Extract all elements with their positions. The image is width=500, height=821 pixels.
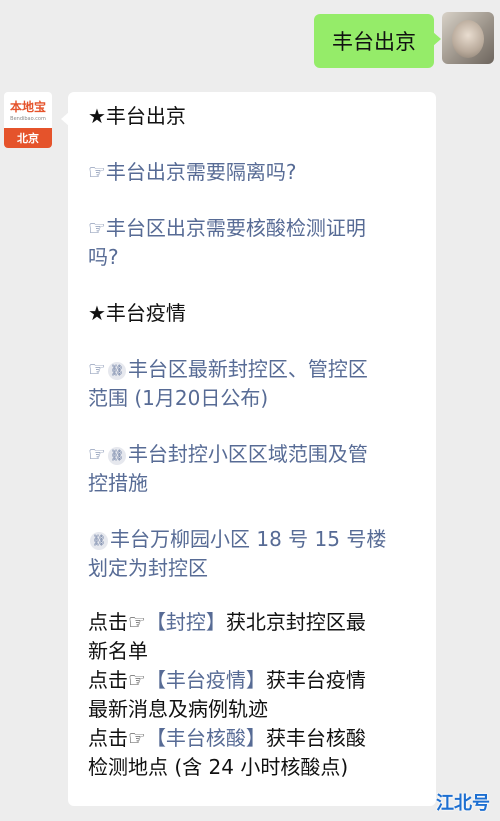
- keyword-hint-fengkong-line2: 新名单: [88, 639, 148, 663]
- keyword-hint-yiqing: 点击☞【丰台疫情】获丰台疫情 最新消息及病例轨迹: [88, 666, 426, 724]
- link-chain-icon: ⛓: [90, 532, 108, 550]
- link-fengkongqu-line1: 丰台区最新封控区、管控区: [127, 357, 368, 381]
- keyword-hint-fengkong: 点击☞【封控】获北京封控区最 新名单: [88, 608, 426, 666]
- link-fengkong-xiaoqu-line1: 丰台封控小区区域范围及管: [127, 442, 368, 466]
- keyword-fengtai-hesuan[interactable]: 【丰台核酸】: [146, 726, 266, 750]
- avatar-photo-blurred: [452, 20, 484, 58]
- bendibao-domain: Bendibao.com: [10, 116, 46, 122]
- link-chujing-hesuan-line1: ☞丰台区出京需要核酸检测证明: [88, 216, 366, 240]
- keyword-hint-prefix: 点击☞: [88, 726, 146, 750]
- keyword-hint-prefix: 点击☞: [88, 610, 146, 634]
- link-chujing-hesuan[interactable]: ☞丰台区出京需要核酸检测证明 吗?: [88, 214, 426, 272]
- keyword-hint-hesuan: 点击☞【丰台核酸】获丰台核酸 检测地点 (含 24 小时核酸点): [88, 724, 426, 782]
- section-heading-chujing: ★丰台出京: [88, 104, 186, 128]
- keyword-hint-suffix: 获北京封控区最: [225, 610, 366, 634]
- link-wanliuyuan[interactable]: ⛓ 丰台万柳园小区 18 号 15 号楼 划定为封控区: [88, 525, 426, 583]
- link-chujing-geli[interactable]: ☞丰台出京需要隔离吗?: [88, 158, 426, 187]
- link-chain-icon: ⛓: [107, 362, 126, 380]
- pointer-icon: ☞: [88, 442, 106, 466]
- link-chain-icon: ⛓: [107, 447, 126, 465]
- bendibao-avatar[interactable]: 本地宝 Bendibao.com 北京: [4, 92, 52, 148]
- keyword-hint-hesuan-line2: 检测地点 (含 24 小时核酸点): [88, 755, 349, 779]
- keyword-hint-yiqing-line2: 最新消息及病例轨迹: [88, 697, 268, 721]
- link-chujing-hesuan-line2: 吗?: [88, 245, 119, 269]
- keyword-hint-suffix: 获丰台疫情: [265, 668, 366, 692]
- link-fengkong-xiaoqu-line2: 控措施: [88, 471, 148, 495]
- bendibao-city-label: 北京: [4, 128, 52, 148]
- keyword-fengtai-yiqing[interactable]: 【丰台疫情】: [146, 668, 266, 692]
- watermark: 江北号: [436, 793, 490, 814]
- link-wanliuyuan-line1: 丰台万柳园小区 18 号 15 号楼: [110, 527, 387, 551]
- link-wanliuyuan-line2: 划定为封控区: [88, 556, 208, 580]
- my-avatar[interactable]: [442, 12, 494, 64]
- outgoing-message-text: 丰台出京: [332, 30, 416, 54]
- pointer-icon: ☞: [88, 357, 106, 381]
- incoming-message-bubble: ★丰台出京 ☞丰台出京需要隔离吗? ☞丰台区出京需要核酸检测证明 吗? ★丰台疫…: [61, 92, 436, 806]
- keyword-hint-suffix: 获丰台核酸: [265, 726, 366, 750]
- section-heading-yiqing: ★丰台疫情: [88, 301, 186, 325]
- link-fengkong-xiaoqu[interactable]: ☞ ⛓ 丰台封控小区区域范围及管 控措施: [88, 440, 426, 498]
- link-fengkongqu-line2: 范围 (1月20日公布): [88, 386, 269, 410]
- keyword-hint-prefix: 点击☞: [88, 668, 146, 692]
- outgoing-message-bubble[interactable]: 丰台出京: [314, 14, 441, 68]
- link-fengkongqu-fanwei[interactable]: ☞ ⛓ 丰台区最新封控区、管控区 范围 (1月20日公布): [88, 355, 426, 413]
- keyword-fengkong[interactable]: 【封控】: [146, 610, 226, 634]
